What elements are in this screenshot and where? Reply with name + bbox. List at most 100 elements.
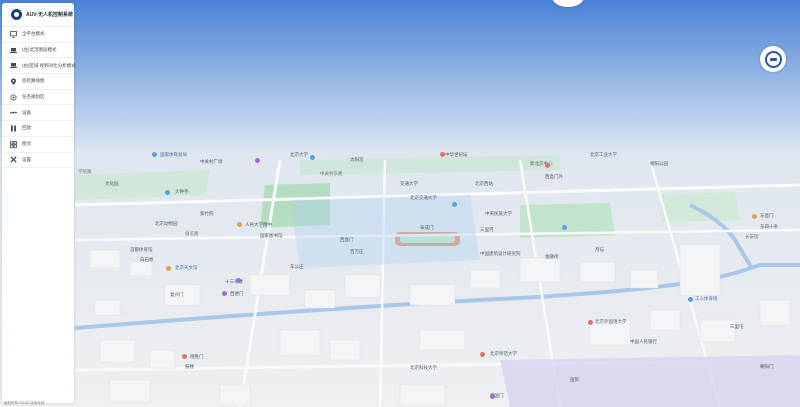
poi-marker[interactable] [688,297,693,302]
map-label: 北京科技大学 [410,365,437,370]
poi-marker[interactable] [165,190,170,195]
map-label: 东四十条 [760,224,778,229]
map-label: 中关村东路 [320,171,343,176]
tools-icon [10,156,17,163]
menu-item-full-platform[interactable]: 全平台模式 [2,27,74,43]
poi-marker[interactable] [752,214,757,219]
poi-marker[interactable] [545,163,550,168]
poi-marker[interactable] [152,152,157,157]
map-label: 北京师范大学 [490,351,517,356]
map-label: 中关村广场 [200,159,223,164]
menu-item-label: 设备 [22,109,31,115]
map-label: 太阳宫 [350,157,364,162]
map-label: 德胜门 [190,354,204,359]
poi-marker[interactable] [237,222,242,227]
map-label: 三里屯 [730,324,744,329]
map-label: 北京西站 [475,181,493,186]
poi-marker[interactable] [222,291,227,296]
poi-marker[interactable] [480,352,485,357]
park-area [660,192,740,222]
drone-icon [10,109,17,116]
map-label: 西直门 [340,237,354,242]
map-label: 国家图书馆 [260,233,283,238]
map-label: 学院路 [78,169,92,174]
laptop-icon [10,47,17,54]
grid-icon [10,140,17,148]
menu-item-label: (右)区域 视频对比分析模式 [22,62,76,68]
map-label: 北京动物园 [155,221,178,226]
menu-item-label: 设置 [22,156,31,162]
footer-text: 版权所有 ©2023 技术支持 [4,401,45,405]
map-label: 百万庄 [350,249,364,254]
map-label: 三里河 [480,227,494,232]
map-label: 北京天文馆 [175,265,198,270]
logo-icon [11,9,22,20]
poi-marker[interactable] [562,225,567,230]
compass-icon [764,50,782,68]
menu-item-settings[interactable]: 设置 [2,153,74,169]
map-label: 展览路 [185,231,199,236]
sidebar-menu: 全平台模式 (左)灵活图层模式 (右)区域 视频对比分析模式 巡检路线图 任务规… [2,27,76,169]
laptop-icon [10,62,17,69]
poi-marker[interactable] [255,158,260,163]
menu-item-left-layer[interactable]: (左)灵活图层模式 [2,43,74,59]
map-label: 中国人民银行 [630,339,657,344]
map-label: 大钟寺 [175,189,189,194]
sky [0,0,800,160]
district-area [500,355,800,407]
map-label: 文化园 [105,181,119,186]
map-label: 鼓楼 [185,364,194,369]
poi-marker[interactable] [182,354,187,359]
menu-item-route[interactable]: 巡检路线图 [2,74,74,90]
menu-item-right-compare[interactable]: (右)区域 视频对比分析模式 [2,58,76,75]
map-label: 朝阳公园 [650,161,668,166]
poi-marker[interactable] [236,278,241,283]
pause-icon [10,125,17,132]
map-terrain [0,0,800,407]
map-label: 白石桥 [140,257,154,262]
map-label: 中央民族大学 [485,211,512,216]
map-label: 人民大学附中 [245,222,272,227]
poi-marker[interactable] [452,202,457,207]
map-label: 朝阳门 [760,364,774,369]
map-label: 紫竹院 [200,211,214,216]
map-label: 交通大学 [400,181,418,186]
menu-item-task[interactable]: 任务规划区 [2,90,74,106]
map-label: 西便门 [230,291,244,296]
map-label: 长安街 [745,234,759,239]
menu-item-label: (左)灵活图层模式 [22,47,57,53]
map-label: 月坛 [595,247,604,252]
map-label: 中华世纪坛 [445,152,468,157]
menu-item-playback[interactable]: 回放 [2,121,74,137]
map-label: 工人体育场 [695,296,718,301]
map-label: 复兴门 [170,292,184,297]
map-label: 中国建筑设计研究院 [480,251,521,256]
map-label: 阜成门 [420,225,434,230]
menu-item-label: 回放 [22,125,31,131]
poi-marker[interactable] [310,155,315,160]
map-label: 北京交通大学 [410,195,437,200]
map-label: 东直门 [760,213,774,218]
poi-marker[interactable] [166,266,171,271]
sidebar: AUV-无人机控制系统 全平台模式 (左)灵活图层模式 (右)区域 视频对比分析… [2,3,76,403]
menu-item-graphics[interactable]: 图文 [2,137,74,153]
poi-marker[interactable] [588,320,593,325]
location-pin-icon [10,78,17,85]
poi-marker[interactable] [440,152,445,157]
map-label: 车公庄 [290,264,304,269]
monitor-icon [10,30,17,38]
map-canvas[interactable]: 国家体育总局 中关村广场 北京大学 太阳宫 中华世纪坛 新北京中心 北京工业大学… [0,0,800,407]
app-title: AUV-无人机控制系统 [26,12,73,18]
map-label: 北京外国语大学 [595,319,627,324]
compass-button[interactable] [760,46,786,72]
menu-item-label: 图文 [22,141,31,147]
map-label: 国贸 [570,377,579,382]
poi-marker[interactable] [490,394,495,399]
map-label: 北京工业大学 [590,152,617,157]
menu-item-label: 全平台模式 [22,31,45,37]
menu-item-device[interactable]: 设备 [2,105,74,122]
map-label: 首都体育馆 [130,247,153,252]
gear-icon [10,93,17,101]
menu-item-label: 任务规划区 [22,94,45,100]
menu-item-label: 巡检路线图 [22,78,45,84]
